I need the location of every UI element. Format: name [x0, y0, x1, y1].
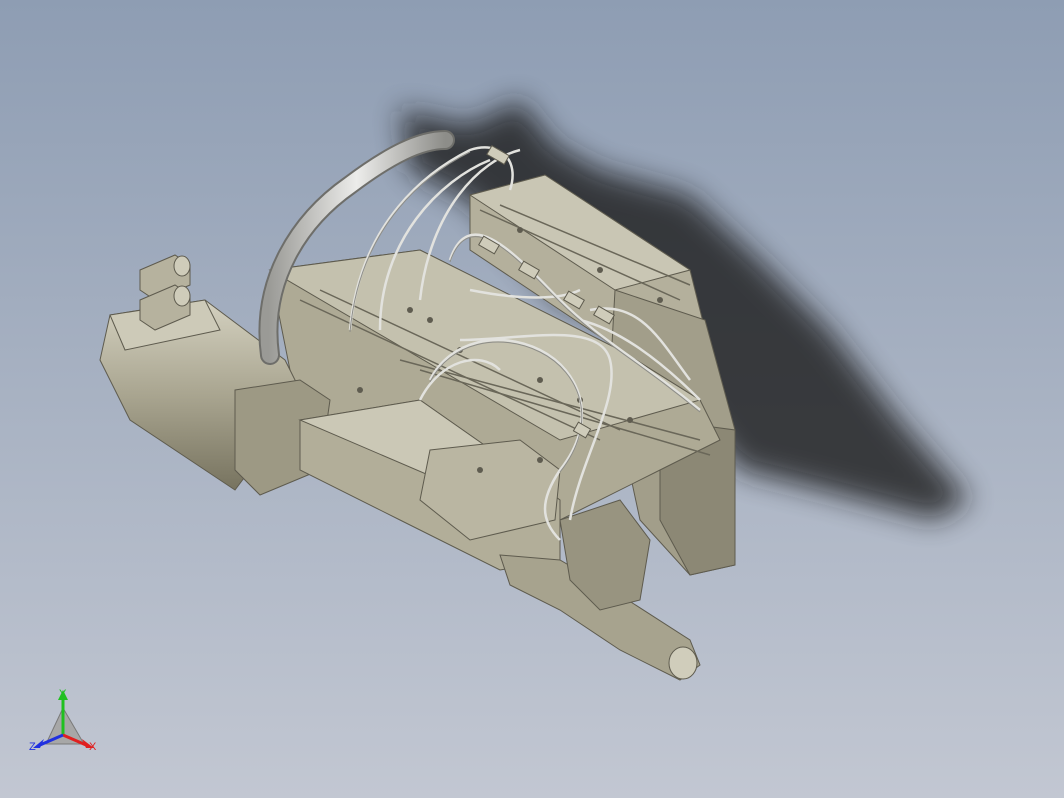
triad-x-label: X [89, 741, 97, 753]
motor-connectors [139, 254, 191, 331]
3d-viewport[interactable]: Y X Z [0, 0, 1064, 798]
tool-tip [668, 646, 698, 680]
viewport-canvas[interactable]: Y X Z [0, 0, 1064, 798]
triad-y-label: Y [59, 688, 67, 700]
triad-z-label: Z [29, 741, 36, 753]
